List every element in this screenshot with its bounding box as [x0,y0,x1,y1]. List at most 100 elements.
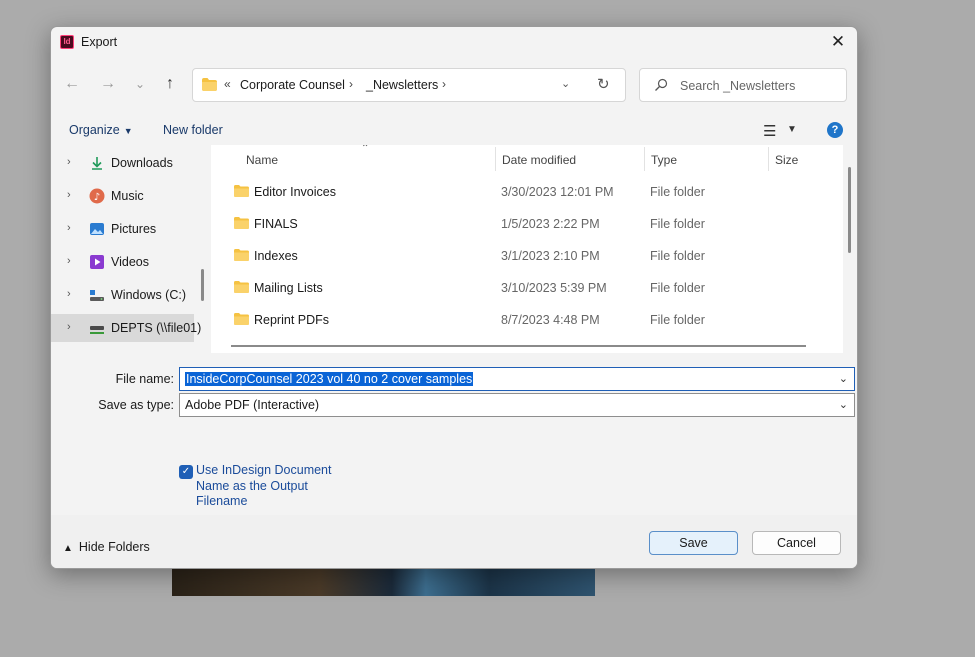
chevron-down-icon[interactable]: ⌄ [839,372,848,385]
chevron-up-icon: ▲ [63,543,73,554]
file-name-combobox[interactable]: InsideCorpCounsel 2023 vol 40 no 2 cover… [179,367,855,391]
expand-chevron-icon[interactable]: › [67,156,71,168]
file-row[interactable]: Mailing Lists 3/10/2023 5:39 PM File fol… [231,272,841,304]
folder-icon [234,313,249,325]
vertical-scrollbar-thumb[interactable] [848,167,851,253]
address-bar[interactable]: « Corporate Counsel › _Newsletters › ⌄ ↻ [192,68,626,102]
folder-icon [234,249,249,261]
column-header-size[interactable]: Size [775,153,798,167]
file-name: Editor Invoices [254,185,336,199]
column-header-date[interactable]: Date modified [502,153,576,167]
sidebar-item-label: Windows (C:) [111,288,187,302]
expand-chevron-icon[interactable]: › [67,189,71,201]
caret-down-icon: ▼ [123,126,133,136]
sidebar-item-label: DEPTS (\\file01) [111,321,202,335]
overflow-chevron-icon[interactable]: « [224,77,231,91]
organize-label: Organize [69,123,120,137]
horizontal-scrollbar[interactable] [231,345,806,347]
expand-chevron-icon[interactable]: › [67,222,71,234]
column-header-name[interactable]: Name [246,153,278,167]
new-folder-button[interactable]: New folder [163,123,223,137]
breadcrumb-newsletters[interactable]: _Newsletters [366,78,438,92]
expand-chevron-icon[interactable]: › [67,321,71,333]
file-list: ⌃ Name Date modified Type Size Editor In… [211,145,843,353]
search-input[interactable] [680,77,840,95]
view-options-icon[interactable]: ☰ [763,122,776,140]
command-bar: Organize ▼ New folder ☰ ▼ ? [51,115,857,145]
save-button[interactable]: Save [649,531,738,555]
expand-chevron-icon[interactable]: › [67,255,71,267]
sort-ascending-icon: ⌃ [361,145,370,154]
refresh-icon[interactable]: ↻ [597,75,610,93]
folder-icon [202,78,217,91]
indesign-app-icon: Id [60,35,74,49]
breadcrumb-corporate-counsel[interactable]: Corporate Counsel [240,78,345,92]
file-name: Indexes [254,249,298,263]
sidebar-item-pictures[interactable]: › Pictures [51,215,194,243]
videos-icon [90,255,104,269]
export-dialog: Id Export ✕ ← → ⌄ ↑ « Corporate Counsel … [50,26,858,569]
file-date: 3/1/2023 2:10 PM [501,249,600,263]
up-button[interactable]: ↑ [159,73,181,95]
sidebar-item-music[interactable]: › ♪ Music [51,182,194,210]
file-type: File folder [650,313,705,327]
file-name-input[interactable]: InsideCorpCounsel 2023 vol 40 no 2 cover… [185,372,474,386]
sidebar-item-videos[interactable]: › Videos [51,248,194,276]
expand-chevron-icon[interactable]: › [67,288,71,300]
file-date: 3/30/2023 12:01 PM [501,185,614,199]
drive-icon [90,290,104,301]
file-type: File folder [650,281,705,295]
search-box[interactable] [639,68,847,102]
back-button[interactable]: ← [61,73,83,95]
file-row[interactable]: FINALS 1/5/2023 2:22 PM File folder [231,208,841,240]
column-divider[interactable] [495,147,496,171]
sidebar-item-downloads[interactable]: › Downloads [51,149,194,177]
hide-folders-label: Hide Folders [78,540,150,554]
view-caret-down-icon[interactable]: ▼ [787,124,797,135]
file-type: File folder [650,249,705,263]
save-as-type-select[interactable]: Adobe PDF (Interactive) ⌄ [179,393,855,417]
file-row[interactable]: Editor Invoices 3/30/2023 12:01 PM File … [231,176,841,208]
pictures-icon [90,223,104,235]
search-icon [655,78,668,91]
title-bar: Id Export ✕ [51,27,857,57]
file-row[interactable]: Reprint PDFs 8/7/2023 4:48 PM File folde… [231,304,841,336]
breadcrumb-separator-icon[interactable]: › [349,77,353,91]
sidebar-item-label: Pictures [111,222,157,236]
folder-icon [234,217,249,229]
file-name: Mailing Lists [254,281,323,295]
sidebar-item-label: Downloads [111,156,173,170]
folder-icon [234,281,249,293]
file-type: File folder [650,185,705,199]
address-dropdown-icon[interactable]: ⌄ [561,77,570,90]
svg-text:♪: ♪ [94,192,100,203]
navigation-pane: › Downloads › ♪ Music › Pictures › Video… [51,145,204,353]
cancel-button[interactable]: Cancel [752,531,841,555]
column-divider[interactable] [768,147,769,171]
forward-button[interactable]: → [97,73,119,95]
sidebar-item-windows-c[interactable]: › Windows (C:) [51,281,194,309]
help-icon[interactable]: ? [827,122,843,138]
file-row[interactable]: Indexes 3/1/2023 2:10 PM File folder [231,240,841,272]
dialog-title: Export [81,35,118,49]
chevron-down-icon[interactable]: ⌄ [839,398,848,411]
vertical-scrollbar-track[interactable] [843,145,857,353]
sidebar-item-depts[interactable]: › DEPTS (\\file01) [51,314,201,342]
breadcrumb-separator-icon[interactable]: › [442,77,446,91]
download-icon [92,157,102,170]
column-divider[interactable] [644,147,645,171]
sidebar-item-label: Music [111,189,144,203]
column-header-type[interactable]: Type [651,153,677,167]
folder-icon [234,185,249,197]
use-document-name-label[interactable]: Use InDesign Document Name as the Output… [196,463,336,510]
file-name: FINALS [254,217,298,231]
close-button[interactable]: ✕ [827,31,849,53]
sidebar-scrollbar[interactable] [201,269,204,301]
use-document-name-checkbox[interactable]: ✓ [179,465,193,479]
save-form: File name: InsideCorpCounsel 2023 vol 40… [51,353,857,515]
file-name: Reprint PDFs [254,313,330,327]
hide-folders-button[interactable]: ▲ Hide Folders [63,540,150,554]
organize-button[interactable]: Organize ▼ [69,123,133,137]
recent-locations-button[interactable]: ⌄ [129,73,151,95]
music-icon: ♪ [89,188,105,204]
